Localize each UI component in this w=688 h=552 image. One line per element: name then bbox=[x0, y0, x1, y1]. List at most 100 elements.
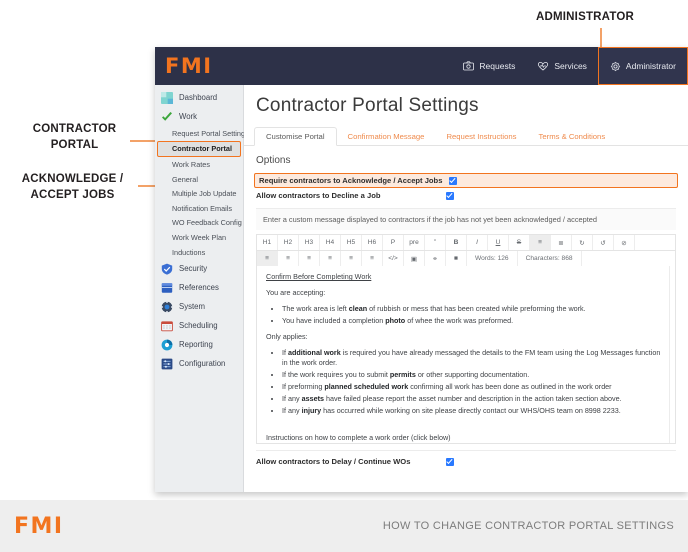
ordered-list-button[interactable]: ≣ bbox=[551, 235, 572, 250]
text-post: or other supporting documentation. bbox=[415, 370, 530, 380]
custom-message-hint: Enter a custom message displayed to cont… bbox=[256, 208, 676, 230]
editor-content-area[interactable]: Confirm Before Completing Work You are a… bbox=[256, 266, 676, 444]
underline-button[interactable]: U bbox=[488, 235, 509, 250]
tab-confirmation-message[interactable]: Confirmation Message bbox=[337, 128, 436, 145]
sidebar-item-system[interactable]: System bbox=[155, 297, 243, 316]
indent-button[interactable]: ≡ bbox=[362, 251, 383, 266]
annotation-acknowledge-accept-jobs: ACKNOWLEDGE / ACCEPT JOBS bbox=[21, 173, 124, 201]
text-pre: If preforming bbox=[282, 382, 325, 391]
sidebar-subitem-work-rates[interactable]: Work Rates bbox=[155, 157, 243, 172]
insert-video-button[interactable]: ■ bbox=[446, 251, 467, 266]
heading-4-button[interactable]: H4 bbox=[320, 235, 341, 250]
outdent-button[interactable]: ≡ bbox=[341, 251, 362, 266]
topnav-item-services[interactable]: Services bbox=[526, 47, 598, 85]
editor-accepting-list: The work area is left clean of rubbish o… bbox=[266, 304, 666, 326]
heading-3-button[interactable]: H3 bbox=[299, 235, 320, 250]
top-navigation-bar: FMI Requests Services Administrator bbox=[155, 47, 688, 85]
footer-fmi-logo: FMI bbox=[14, 513, 64, 539]
undo-button[interactable]: ↺ bbox=[593, 235, 614, 250]
sidebar-item-reporting[interactable]: Reporting bbox=[155, 335, 243, 354]
bold-button[interactable]: B bbox=[446, 235, 467, 250]
editor-only-applies-list: If additional work is required you have … bbox=[266, 348, 666, 417]
sliders-icon bbox=[161, 358, 173, 370]
text-post: has occurred while working on site pleas… bbox=[321, 405, 621, 415]
text-pre: If any bbox=[282, 393, 302, 403]
sidebar-label-system: System bbox=[179, 302, 205, 312]
sidebar-subitem-wo-feedback-config[interactable]: WO Feedback Config bbox=[155, 216, 243, 231]
option-label-allow-delay-continue: Allow contractors to Delay / Continue WO… bbox=[256, 457, 411, 466]
sidebar-subitem-request-portal-settings[interactable]: Request Portal Settings bbox=[155, 126, 249, 141]
book-icon bbox=[161, 282, 173, 294]
heading-2-button[interactable]: H2 bbox=[278, 235, 299, 250]
clear-formatting-button[interactable]: ⊘ bbox=[614, 235, 635, 250]
redo-button[interactable]: ↻ bbox=[572, 235, 593, 250]
sidebar-item-scheduling[interactable]: Scheduling bbox=[155, 316, 243, 335]
text-post: confirming all work has been done as out… bbox=[408, 382, 612, 391]
editor-scrollbar[interactable] bbox=[669, 266, 675, 443]
tab-customise-portal[interactable]: Customise Portal bbox=[254, 127, 337, 146]
align-right-button[interactable]: ≡ bbox=[299, 251, 320, 266]
text-bold: additional work bbox=[288, 347, 341, 357]
option-label-allow-decline: Allow contractors to Decline a Job bbox=[256, 191, 381, 200]
text-bold: injury bbox=[301, 405, 322, 415]
text-bold: photo bbox=[385, 315, 406, 325]
align-justify-button[interactable]: ≡ bbox=[320, 251, 341, 266]
option-row-allow-delay-continue[interactable]: Allow contractors to Delay / Continue WO… bbox=[244, 451, 688, 469]
sidebar-label-dashboard: Dashboard bbox=[179, 93, 218, 102]
checkbox-allow-delay-continue[interactable] bbox=[446, 457, 454, 466]
text-post: have failed please report the asset numb… bbox=[323, 393, 622, 403]
sidebar-label-security: Security bbox=[179, 264, 208, 274]
list-item: If any injury has occurred while working… bbox=[282, 406, 666, 416]
sidebar-subitem-work-week-plan[interactable]: Work Week Plan bbox=[155, 230, 243, 245]
option-row-require-acknowledge[interactable]: Require contractors to Acknowledge / Acc… bbox=[254, 173, 678, 188]
sidebar-subitem-multiple-job-update[interactable]: Multiple Job Update bbox=[155, 186, 243, 201]
sidebar-subitem-contractor-portal[interactable]: Contractor Portal bbox=[157, 140, 241, 158]
italic-button[interactable]: I bbox=[467, 235, 488, 250]
align-left-button[interactable]: ≡ bbox=[257, 251, 278, 266]
option-label-require-acknowledge: Require contractors to Acknowledge / Acc… bbox=[259, 176, 443, 185]
list-item: If the work requires you to submit permi… bbox=[282, 370, 666, 380]
blockquote-button[interactable]: ” bbox=[425, 235, 446, 250]
heading-5-button[interactable]: H5 bbox=[341, 235, 362, 250]
list-item: If preforming planned scheduled work con… bbox=[282, 382, 666, 392]
annotation-administrator: ADMINISTRATOR bbox=[535, 11, 634, 23]
heading-6-button[interactable]: H6 bbox=[362, 235, 383, 250]
editor-instructions: Instructions on how to complete a work o… bbox=[266, 433, 451, 443]
gear-icon bbox=[610, 61, 621, 72]
sidebar-item-work[interactable]: Work bbox=[155, 107, 243, 126]
unordered-list-button[interactable]: ≡ bbox=[530, 235, 551, 250]
preformatted-button[interactable]: pre bbox=[404, 235, 425, 250]
fmi-logo: FMI bbox=[165, 54, 213, 78]
text-bold: assets bbox=[301, 393, 324, 403]
text-post: of whee the work was preformed. bbox=[405, 315, 514, 325]
sidebar-item-security[interactable]: Security bbox=[155, 259, 243, 278]
sidebar-item-configuration[interactable]: Configuration bbox=[155, 354, 243, 373]
sidebar-item-references[interactable]: References bbox=[155, 278, 243, 297]
top-nav-items: Requests Services Administrator bbox=[452, 47, 688, 85]
insert-image-button[interactable]: ▣ bbox=[404, 251, 425, 266]
checkbox-require-acknowledge[interactable] bbox=[449, 176, 457, 185]
sidebar-item-dashboard[interactable]: Dashboard bbox=[155, 88, 243, 107]
topnav-item-requests[interactable]: Requests bbox=[452, 47, 526, 85]
tab-request-instructions[interactable]: Request Instructions bbox=[435, 128, 527, 145]
editor-toolbar-row-2: ≡ ≡ ≡ ≡ ≡ ≡ </> ▣ ⚭ ■ Words: 126 Charact… bbox=[256, 250, 676, 266]
source-code-button[interactable]: </> bbox=[383, 251, 404, 266]
tab-terms-and-conditions[interactable]: Terms & Conditions bbox=[528, 128, 617, 145]
checkbox-allow-decline[interactable] bbox=[446, 191, 454, 200]
sidebar-subitem-general[interactable]: General bbox=[155, 172, 243, 187]
list-item: The work area is left clean of rubbish o… bbox=[282, 304, 666, 314]
application-body: Dashboard Work Request Portal Settings C… bbox=[155, 85, 688, 492]
sidebar-subitem-inductions[interactable]: Inductions bbox=[155, 245, 243, 260]
align-center-button[interactable]: ≡ bbox=[278, 251, 299, 266]
character-count-label: Characters: 868 bbox=[518, 251, 582, 266]
heading-1-button[interactable]: H1 bbox=[257, 235, 278, 250]
sidebar-subitem-notification-emails[interactable]: Notification Emails bbox=[155, 201, 243, 216]
pie-chart-icon bbox=[161, 339, 173, 351]
insert-link-button[interactable]: ⚭ bbox=[425, 251, 446, 266]
shield-icon bbox=[161, 263, 173, 275]
strikethrough-button[interactable]: S bbox=[509, 235, 530, 250]
option-row-allow-decline[interactable]: Allow contractors to Decline a Job bbox=[244, 188, 688, 203]
paragraph-button[interactable]: P bbox=[383, 235, 404, 250]
topnav-item-administrator[interactable]: Administrator bbox=[597, 47, 688, 85]
topnav-label-requests: Requests bbox=[479, 61, 516, 71]
